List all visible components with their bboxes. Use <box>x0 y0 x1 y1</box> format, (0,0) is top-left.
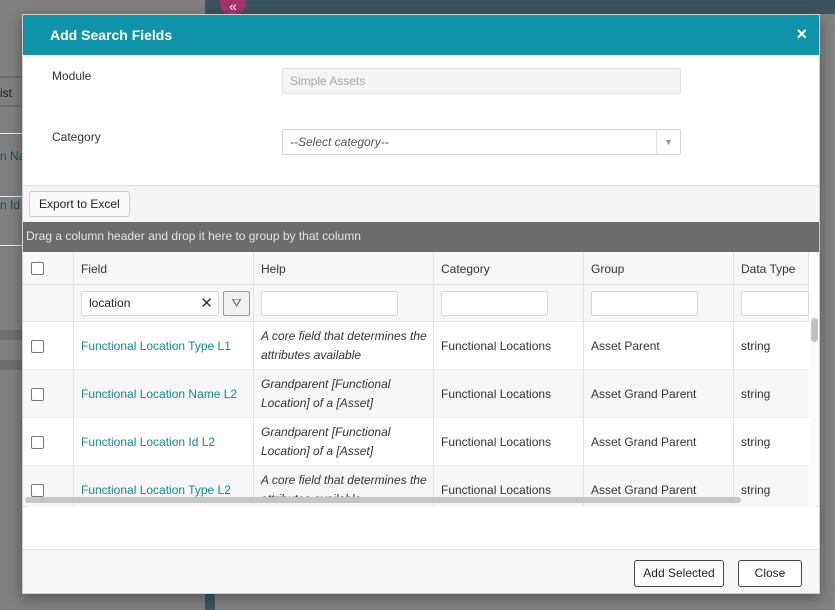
group-filter-input[interactable] <box>591 291 698 316</box>
clear-filter-icon[interactable]: ✕ <box>200 294 213 312</box>
group-drop-zone[interactable]: Drag a column header and drop it here to… <box>23 222 819 252</box>
category-filter-input[interactable] <box>441 291 548 316</box>
module-field: Simple Assets <box>282 68 681 94</box>
grid-header: Field Help Category Group Data Type <box>23 252 809 285</box>
dialog-footer: Add Selected Close <box>23 549 819 593</box>
data-type-cell: string <box>741 387 771 401</box>
column-header-help[interactable]: Help <box>261 262 286 276</box>
category-select-placeholder: --Select category-- <box>290 135 389 149</box>
horizontal-scrollbar[interactable] <box>23 495 809 505</box>
column-header-data-type[interactable]: Data Type <box>741 262 795 276</box>
export-to-excel-button[interactable]: Export to Excel <box>29 191 130 217</box>
background-topbar <box>215 0 835 14</box>
data-type-filter-input[interactable] <box>741 291 809 316</box>
dialog-title: Add Search Fields <box>50 27 173 43</box>
table-row[interactable]: Functional Location Name L2 Grandparent … <box>23 370 809 418</box>
column-header-group[interactable]: Group <box>591 262 624 276</box>
filter-options-icon[interactable]: ⛛ <box>223 291 250 316</box>
category-select[interactable]: --Select category-- ▼ <box>282 129 681 155</box>
horizontal-scrollbar-thumb[interactable] <box>25 497 741 503</box>
grid-filter-row: location ✕ ⛛ <box>23 285 809 322</box>
close-button[interactable]: Close <box>738 560 802 587</box>
fields-grid-panel: Export to Excel Drag a column header and… <box>23 185 819 507</box>
module-label: Module <box>52 69 92 83</box>
chevron-down-icon[interactable]: ▼ <box>656 130 680 154</box>
select-all-checkbox[interactable] <box>31 262 44 275</box>
close-icon[interactable]: × <box>796 24 807 44</box>
column-header-field[interactable]: Field <box>81 262 107 276</box>
table-row[interactable]: Functional Location Id L2 Grandparent [F… <box>23 418 809 466</box>
field-filter-input[interactable]: location ✕ <box>81 291 219 316</box>
vertical-scrollbar[interactable] <box>810 318 819 507</box>
vertical-scrollbar-thumb[interactable] <box>811 318 818 342</box>
add-selected-button[interactable]: Add Selected <box>634 560 724 587</box>
collapse-panel-icon[interactable]: « <box>220 0 246 14</box>
data-type-cell: string <box>741 339 771 353</box>
add-search-fields-dialog: Add Search Fields × Module Simple Assets… <box>22 14 820 594</box>
fields-grid: Field Help Category Group Data Type loca… <box>23 252 819 507</box>
column-header-category[interactable]: Category <box>441 262 490 276</box>
dialog-header: Add Search Fields × <box>23 15 819 55</box>
table-row[interactable]: Functional Location Type L1 A core field… <box>23 322 809 370</box>
help-filter-input[interactable] <box>261 291 398 316</box>
category-label: Category <box>52 130 101 144</box>
field-filter-value: location <box>89 296 131 310</box>
data-type-cell: string <box>741 435 771 449</box>
